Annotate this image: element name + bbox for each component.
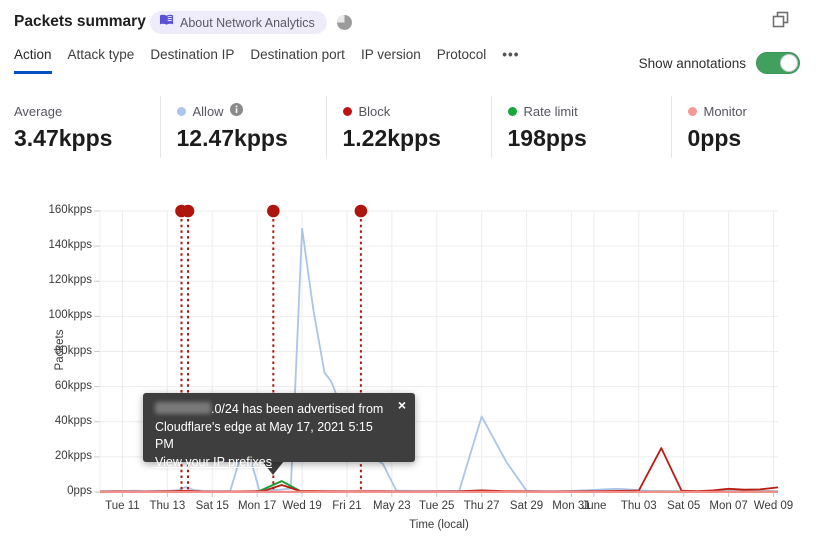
y-tick-label: 80kpps xyxy=(54,344,92,357)
x-axis-title: Time (local) xyxy=(409,519,469,531)
x-tick-label: Wed 09 xyxy=(753,500,794,512)
annotation-dot[interactable] xyxy=(354,204,368,218)
y-tick-label: 0pps xyxy=(67,485,92,497)
annotation-dot[interactable] xyxy=(181,204,195,218)
packets-chart[interactable] xyxy=(0,0,816,545)
y-tick-label: 140kpps xyxy=(48,239,92,252)
tooltip-line2: Cloudflare's edge at May 17, 2021 5:15 P… xyxy=(155,419,373,452)
redacted-ip-prefix xyxy=(155,402,211,414)
annotation-dot[interactable] xyxy=(267,204,280,218)
y-tick-label: 100kpps xyxy=(48,309,92,322)
tooltip-line1: .0/24 has been advertised from xyxy=(211,402,384,416)
view-ip-prefixes-link[interactable]: View your IP prefixes xyxy=(155,455,272,469)
close-icon[interactable]: × xyxy=(398,397,406,415)
annotation-tooltip: × .0/24 has been advertised from Cloudfl… xyxy=(143,393,415,469)
y-tick-label: 20kpps xyxy=(54,449,92,462)
y-tick-label: 160kpps xyxy=(48,204,92,216)
y-tick-label: 120kpps xyxy=(48,274,92,287)
y-tick-label: 40kpps xyxy=(54,414,92,427)
y-tick-label: 60kpps xyxy=(54,379,92,392)
